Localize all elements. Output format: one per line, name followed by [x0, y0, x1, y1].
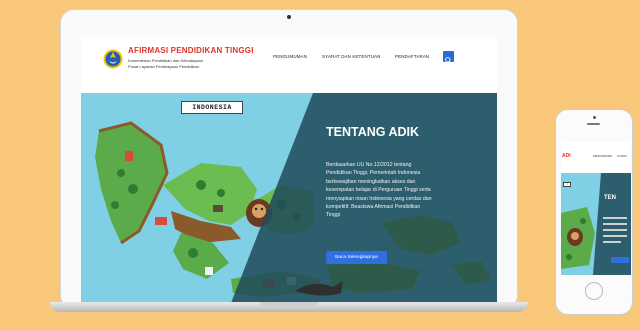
brand-subtitle-ministry: Kementerian Pendidikan dan Kebudayaan	[128, 58, 203, 63]
hero-description-line: menyiapkan insan Indonesia yang cerdas d…	[326, 195, 432, 202]
hero-description-line: kesempatan belajar di Perguruan Tinggi s…	[326, 187, 431, 194]
phone-mockup: ADI PENGUMUMAN SYARAT I TEN	[555, 109, 633, 315]
phone-screen: ADI PENGUMUMAN SYARAT I TEN	[561, 142, 631, 275]
phone-nav-item-syarat[interactable]: SYARAT	[617, 155, 627, 158]
brand-title[interactable]: AFIRMASI PENDIDIKAN TINGGI	[128, 46, 254, 55]
phone-hero-title: TEN	[604, 195, 616, 201]
laptop-notch	[260, 302, 318, 306]
laptop-camera	[287, 15, 291, 19]
search-icon	[445, 57, 452, 64]
map-label: INDONESIA	[181, 101, 243, 114]
tut-wuri-handayani-logo-icon[interactable]	[103, 48, 123, 70]
phone-map-illustration	[561, 173, 631, 275]
hero-description-line: Tinggi	[326, 212, 340, 219]
hero-title: TENTANG ADIK	[326, 125, 420, 139]
nav-item-pengumuman[interactable]: PENGUMUMAN	[273, 54, 307, 59]
brand-subtitle-center: Pusat Layanan Pembiayaan Pendidikan	[128, 64, 199, 69]
phone-home-button[interactable]	[585, 282, 603, 300]
hero-banner: INDONESIA TENTANG ADIK Berdasarkan UU No…	[81, 93, 497, 303]
hero-description-line: berkewajiban meningkatkan akses dan	[326, 178, 416, 185]
nav-item-syarat[interactable]: SYARAT DAN KETENTUAN	[322, 54, 381, 59]
nav-item-pendaftaran[interactable]: PENDAFTARAN	[395, 54, 429, 59]
site-header: AFIRMASI PENDIDIKAN TINGGI Kementerian P…	[81, 37, 497, 93]
read-more-button[interactable]: Baca Selengkapnya	[326, 251, 387, 264]
phone-speaker	[587, 123, 600, 125]
phone-map-label: I	[563, 182, 571, 187]
phone-brand-logo[interactable]: ADI	[562, 153, 571, 159]
hero-description-line: Berdasarkan UU No.12/2012 tentang	[326, 162, 412, 168]
phone-nav-item-pengumuman[interactable]: PENGUMUMAN	[593, 155, 612, 158]
laptop-screen: AFIRMASI PENDIDIKAN TINGGI Kementerian P…	[81, 37, 497, 303]
hero-description: Berdasarkan UU No.12/2012 tentang Pendid…	[326, 161, 456, 220]
hero-description-line: kompetitif. Beasiswa Afirmasi Pendidikan	[326, 204, 421, 211]
phone-hero-banner: I TEN	[561, 173, 631, 275]
search-button[interactable]	[443, 51, 454, 64]
hero-description-line: Pendidikan Tinggi, Pemerintah Indonesia	[326, 170, 421, 177]
phone-camera	[593, 116, 596, 119]
laptop-mockup: AFIRMASI PENDIDIKAN TINGGI Kementerian P…	[50, 9, 528, 315]
